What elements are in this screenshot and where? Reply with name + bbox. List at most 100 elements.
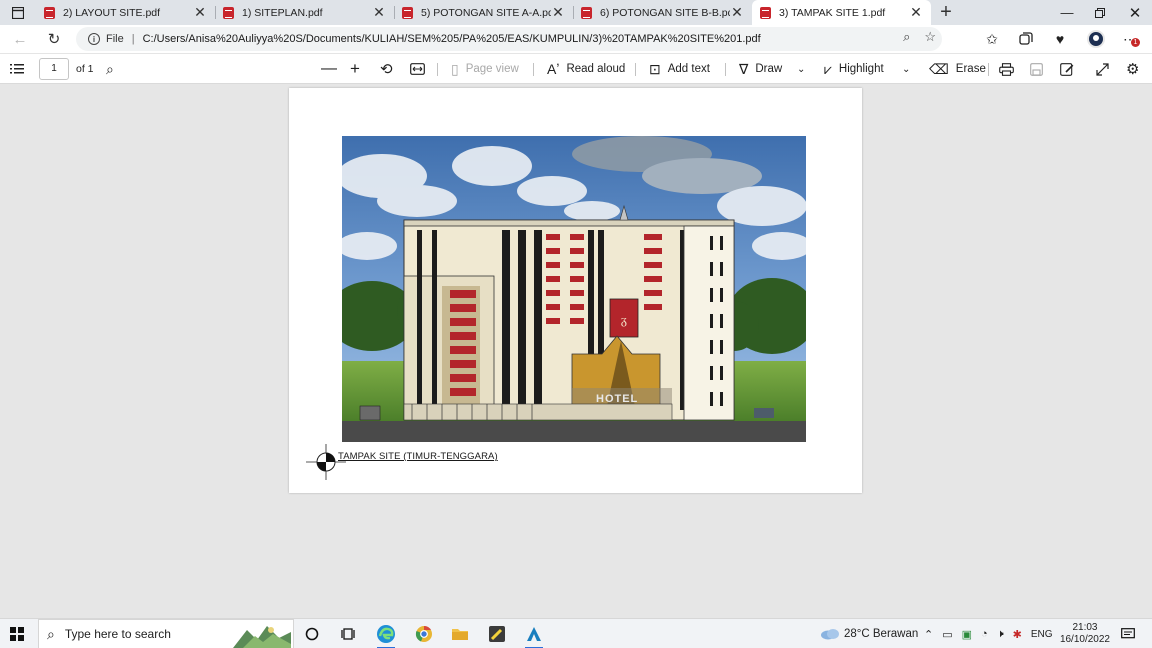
fullscreen-button[interactable]	[1096, 54, 1109, 84]
close-icon[interactable]: ✕	[909, 4, 923, 21]
app-tray-icon[interactable]: ▣	[962, 628, 972, 641]
facade-rendering: ᵹ HOTEL	[342, 136, 806, 442]
new-tab-button[interactable]: +	[931, 0, 961, 25]
notifications-button[interactable]	[1116, 622, 1140, 646]
taskbar-edge[interactable]	[374, 622, 398, 648]
language-indicator[interactable]: ENG	[1031, 629, 1053, 640]
pdf-viewer[interactable]: ᵹ HOTEL TAMPAK SITE (TIMUR-TENGGARA)	[0, 84, 1152, 618]
chevron-down-icon: ⌄	[797, 63, 806, 75]
gear-icon: ⚙	[1126, 61, 1140, 78]
wifi-icon[interactable]: ◔	[981, 628, 988, 640]
add-text-label: Add text	[667, 63, 710, 75]
contents-button[interactable]	[10, 54, 24, 84]
divider	[635, 63, 636, 76]
taskbar-file-explorer[interactable]	[448, 622, 472, 646]
close-icon[interactable]: ✕	[372, 4, 386, 21]
highlight-button[interactable]: ⩗ Highlight	[824, 54, 884, 84]
save-button[interactable]	[1030, 54, 1043, 84]
heart-icon: ♥	[1055, 31, 1065, 47]
zoom-out-button[interactable]: —	[321, 54, 337, 84]
draw-icon: ∇	[739, 60, 749, 77]
pdf-toolbar: 1 of 1 ⌕ — + ⟲ ▯ Page view A͏ʼ Read alou…	[0, 53, 1152, 84]
task-view-button[interactable]	[336, 622, 360, 646]
add-text-button[interactable]: ⊡ Add text	[649, 54, 710, 84]
expand-icon	[1096, 62, 1109, 76]
chevron-up-icon[interactable]: ⌃	[924, 628, 933, 641]
pdf-settings-button[interactable]: ⚙	[1126, 54, 1139, 84]
divider	[988, 63, 989, 76]
search-icon: ⌕	[47, 625, 55, 642]
arrow-left-icon: ←	[12, 30, 28, 48]
address-bar: ← ↻ i File | C:/Users/Anisa%20Auliyya%20…	[0, 25, 1152, 53]
notification-icon	[1121, 628, 1135, 639]
pdf-file-icon	[760, 6, 771, 19]
cloud-icon	[821, 629, 839, 640]
back-button[interactable]: ←	[9, 29, 31, 49]
draw-button[interactable]: ∇ Draw	[739, 54, 782, 84]
restore-button[interactable]	[1083, 0, 1117, 25]
tab-tampak-site[interactable]: 3) TAMPAK SITE 1.pdf ✕	[752, 0, 931, 25]
divider	[437, 63, 438, 76]
close-icon[interactable]: ✕	[730, 4, 744, 21]
search-icon: ⌕	[106, 60, 114, 77]
profile-button[interactable]	[1086, 29, 1106, 49]
taskbar-sticky-notes[interactable]	[485, 622, 509, 646]
close-icon: ✕	[1128, 4, 1142, 22]
zoom-icon[interactable]: ⌕	[903, 29, 910, 45]
erase-button[interactable]: ⌫ Erase	[929, 54, 986, 84]
minimize-button[interactable]: —	[1050, 0, 1084, 25]
chevron-down-icon: ⌄	[902, 63, 911, 75]
volume-icon[interactable]: 🕨	[997, 628, 1004, 641]
start-button[interactable]	[10, 627, 24, 641]
tab-siteplan[interactable]: 1) SITEPLAN.pdf ✕	[215, 0, 394, 25]
pdf-file-icon	[402, 6, 413, 19]
refresh-button[interactable]: ↻	[43, 29, 65, 49]
fit-to-width-button[interactable]	[410, 54, 425, 84]
drawing-caption: TAMPAK SITE (TIMUR-TENGGARA)	[338, 451, 498, 462]
find-button[interactable]: ⌕	[106, 54, 114, 84]
cortana-button[interactable]	[300, 622, 324, 646]
collections-button[interactable]	[1016, 29, 1036, 49]
close-window-button[interactable]: ✕	[1118, 0, 1152, 25]
taskbar-chrome[interactable]	[412, 622, 436, 646]
divider	[533, 63, 534, 76]
monitor-icon[interactable]: ▭	[942, 628, 952, 641]
info-icon[interactable]: i	[88, 33, 100, 45]
section-marker-icon	[306, 444, 346, 480]
tab-actions-button[interactable]	[0, 0, 36, 25]
read-aloud-button[interactable]: A͏ʼ Read aloud	[547, 54, 625, 84]
tab-potongan-a-a[interactable]: 5) POTONGAN SITE A-A.pdf ✕	[394, 0, 573, 25]
zoom-in-button[interactable]: +	[350, 54, 360, 84]
rotate-button[interactable]: ⟲	[380, 54, 393, 84]
tab-layout-site[interactable]: 2) LAYOUT SITE.pdf ✕	[36, 0, 215, 25]
weather-widget[interactable]: 28°C Berawan	[820, 619, 918, 648]
close-icon[interactable]: ✕	[193, 4, 207, 21]
autocad-icon	[527, 627, 541, 641]
tab-title: 6) POTONGAN SITE B-B.pdf	[600, 6, 730, 19]
draw-options-dropdown[interactable]: ⌄	[797, 54, 805, 84]
highlight-options-dropdown[interactable]: ⌄	[902, 54, 910, 84]
clock[interactable]: 21:03 16/10/2022	[1060, 622, 1110, 646]
print-icon	[999, 62, 1014, 76]
tab-potongan-b-b[interactable]: 6) POTONGAN SITE B-B.pdf ✕	[573, 0, 752, 25]
close-icon[interactable]: ✕	[551, 4, 565, 21]
favorite-add-icon[interactable]: ☆	[924, 29, 936, 45]
erase-label: Erase	[955, 63, 986, 75]
settings-more-button[interactable]: ⋯ 1	[1120, 29, 1140, 49]
save-as-button[interactable]	[1060, 54, 1074, 84]
page-view-label: Page view	[465, 63, 519, 75]
page-view-button[interactable]: ▯ Page view	[451, 54, 519, 84]
windows-logo-icon	[18, 635, 24, 641]
tab-title: 3) TAMPAK SITE 1.pdf	[779, 6, 886, 19]
security-icon[interactable]: ✱	[1013, 628, 1022, 641]
browser-essentials-button[interactable]: ♥	[1050, 29, 1070, 49]
favorites-button[interactable]: ✩	[982, 29, 1002, 49]
url-field[interactable]: i File | C:/Users/Anisa%20Auliyya%20S/Do…	[76, 27, 942, 51]
taskbar-search[interactable]: ⌕ Type here to search	[38, 619, 294, 648]
pdf-file-icon	[44, 6, 55, 19]
page-number-field[interactable]: 1	[39, 54, 69, 84]
url-text: C:/Users/Anisa%20Auliyya%20S/Documents/K…	[142, 33, 761, 45]
taskbar-acrobat[interactable]	[522, 622, 546, 648]
page-number-input[interactable]: 1	[39, 58, 69, 80]
print-button[interactable]	[999, 54, 1014, 84]
